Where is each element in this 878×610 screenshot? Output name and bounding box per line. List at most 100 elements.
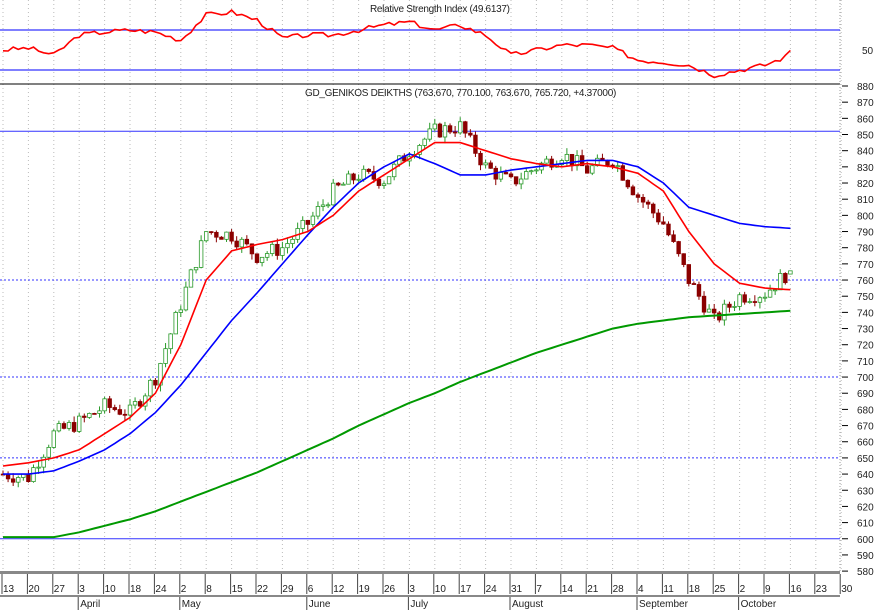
candle-down (351, 173, 356, 181)
y-tick-label: 860 (857, 114, 874, 125)
y-tick-label: 580 (857, 567, 874, 578)
y-tick-label: 670 (857, 422, 874, 433)
y-tick-label: 710 (857, 357, 874, 368)
candle-up (16, 477, 21, 483)
candle-down (305, 219, 310, 225)
candle-up (188, 269, 194, 288)
candle-up (498, 172, 504, 180)
candle-down (666, 223, 671, 236)
y-tick-label: 620 (857, 502, 874, 513)
candle-up (483, 162, 488, 166)
candle-down (214, 231, 219, 238)
candle-down (727, 303, 732, 308)
candle-up (239, 238, 244, 248)
x-tick-label: 23 (816, 584, 828, 595)
candle-up (422, 138, 427, 146)
y-tick-label: 750 (857, 292, 874, 303)
candle-down (473, 134, 478, 154)
x-tick-label: 15 (232, 584, 244, 595)
candle-up (77, 415, 82, 432)
candle-up (747, 301, 752, 303)
candle-down (437, 123, 443, 138)
x-tick-label: 27 (54, 584, 66, 595)
candle-down (701, 295, 707, 313)
candle-down (275, 243, 280, 256)
candle-up (524, 171, 529, 180)
y-tick-label: 810 (857, 195, 874, 206)
y-tick-label: 820 (857, 179, 874, 190)
candle-up (361, 168, 366, 180)
candle-down (153, 379, 158, 386)
candle-up (442, 125, 448, 138)
y-tick-label: 870 (857, 98, 874, 109)
candle-up (173, 312, 178, 335)
x-tick-label: 30 (841, 584, 853, 595)
month-label: May (182, 599, 201, 610)
candle-down (234, 240, 239, 248)
x-tick-label: 28 (613, 584, 625, 595)
x-tick-label: 6 (308, 584, 314, 595)
candle-up (722, 303, 727, 321)
candle-up (757, 297, 763, 303)
x-tick-label: 3 (79, 584, 85, 595)
candle-up (51, 430, 56, 448)
candle-up (427, 128, 432, 140)
candle-up (788, 270, 793, 275)
x-tick-label: 9 (765, 584, 771, 595)
x-tick-label: 25 (714, 584, 726, 595)
x-tick-label: 13 (3, 584, 15, 595)
candle-up (168, 333, 173, 350)
candle-down (366, 168, 371, 172)
candle-up (36, 466, 41, 469)
candle-down (209, 231, 214, 234)
candle-down (488, 162, 493, 169)
y-tick-label: 660 (857, 438, 874, 449)
candle-down (244, 238, 250, 245)
candle-down (254, 253, 260, 263)
candle-up (193, 266, 199, 271)
candle-down (5, 473, 11, 480)
candle-down (717, 312, 722, 321)
month-label: October (741, 599, 777, 610)
x-tick-label: 3 (409, 584, 415, 595)
candle-up (56, 423, 62, 432)
candle-down (569, 153, 575, 167)
x-tick-label: 17 (460, 584, 472, 595)
candle-up (198, 240, 204, 268)
x-tick-label: 19 (359, 584, 371, 595)
x-tick-label: 11 (663, 584, 674, 595)
candle-down (463, 121, 468, 134)
candle-down (82, 415, 87, 418)
candle-down (645, 201, 651, 205)
x-tick-label: 8 (206, 584, 212, 595)
x-tick-label: 26 (384, 584, 396, 595)
y-tick-label: 600 (857, 535, 874, 546)
candle-down (585, 165, 590, 174)
candle-down (71, 422, 77, 432)
candle-up (346, 173, 351, 185)
candle-up (280, 247, 285, 256)
candle-up (356, 178, 361, 181)
candle-down (336, 182, 341, 186)
candle-up (290, 238, 295, 244)
x-tick-label: 21 (587, 584, 599, 595)
candle-up (102, 398, 107, 412)
candle-down (219, 236, 224, 240)
candle-up (615, 165, 620, 168)
y-tick-label: 800 (857, 211, 874, 222)
candle-down (447, 125, 453, 133)
rsi-title: Relative Strength Index (49.6137) (370, 4, 510, 15)
y-tick-label: 880 (857, 82, 874, 93)
candle-up (315, 206, 321, 217)
month-label: April (80, 599, 100, 610)
y-tick-label: 610 (857, 519, 874, 530)
x-tick-label: 24 (486, 584, 498, 595)
candle-up (590, 165, 595, 174)
y-tick-label: 730 (857, 325, 874, 336)
candle-down (656, 212, 661, 223)
y-tick-label: 650 (857, 454, 874, 465)
candle-up (732, 305, 737, 308)
ma-mid-line (3, 153, 791, 475)
candle-up (391, 163, 397, 178)
x-tick-label: 18 (689, 584, 701, 595)
